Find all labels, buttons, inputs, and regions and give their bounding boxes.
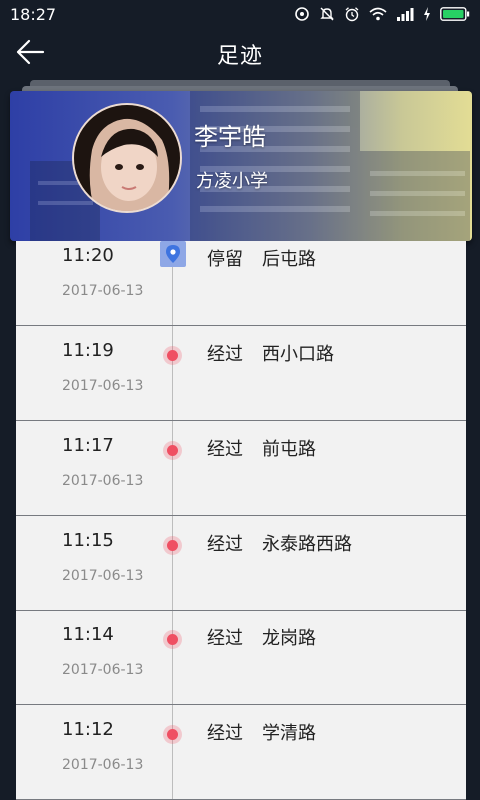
pass-dot-icon [163,441,182,460]
school-name: 方凌小学 [196,171,268,192]
item-road: 后屯路 [262,249,316,270]
item-road: 永泰路西路 [262,534,352,555]
list-item[interactable]: 11:15 2017-06-13 经过 永泰路西路 [16,517,466,611]
avatar[interactable] [72,103,182,213]
item-road: 西小口路 [262,344,334,365]
pass-dot-icon [163,536,182,555]
list-item[interactable]: 11:17 2017-06-13 经过 前屯路 [16,422,466,516]
item-road: 学清路 [262,723,316,744]
profile-header: 李宇皓 方凌小学 [10,91,472,241]
item-date: 2017-06-13 [62,283,144,299]
item-date: 2017-06-13 [62,662,144,678]
back-button[interactable] [12,38,48,70]
list-item[interactable]: 11:19 2017-06-13 经过 西小口路 [16,327,466,421]
item-time: 11:12 [62,719,114,740]
status-icons [294,6,470,22]
child-portrait-image [74,105,180,211]
alarm-icon [344,6,360,22]
mute-icon [319,6,335,22]
student-name: 李宇皓 [194,123,266,151]
item-road: 龙岗路 [262,628,316,649]
item-action: 经过 [207,723,243,744]
battery-icon [440,7,470,21]
item-action: 经过 [207,439,243,460]
item-road: 前屯路 [262,439,316,460]
item-action: 停留 [207,249,243,270]
item-time: 11:17 [62,435,114,456]
item-time: 11:14 [62,624,114,645]
list-item[interactable]: 11:20 2017-06-13 停留 后屯路 [16,241,466,326]
item-date: 2017-06-13 [62,568,144,584]
location-pin-icon [160,241,186,267]
item-action: 经过 [207,344,243,365]
list-item[interactable]: 11:12 2017-06-13 经过 学清路 [16,706,466,800]
hotspot-icon [294,6,310,22]
item-date: 2017-06-13 [62,378,144,394]
item-time: 11:15 [62,530,114,551]
signal-icon [396,7,414,21]
item-date: 2017-06-13 [62,757,144,773]
nav-bar: 足迹 [0,28,480,80]
status-time: 18:27 [10,4,57,24]
item-action: 经过 [207,534,243,555]
status-bar: 18:27 [0,0,480,28]
item-time: 11:19 [62,340,114,361]
charging-icon [423,7,431,21]
wifi-icon [369,7,387,21]
pass-dot-icon [163,725,182,744]
footprint-list: 11:20 2017-06-13 停留 后屯路 11:19 2017-06-13… [16,241,466,800]
list-item[interactable]: 11:14 2017-06-13 经过 龙岗路 [16,611,466,705]
arrow-left-icon [15,39,45,69]
item-date: 2017-06-13 [62,473,144,489]
item-time: 11:20 [62,245,114,266]
item-action: 经过 [207,628,243,649]
pass-dot-icon [163,630,182,649]
page-title: 足迹 [216,44,263,69]
pass-dot-icon [163,346,182,365]
